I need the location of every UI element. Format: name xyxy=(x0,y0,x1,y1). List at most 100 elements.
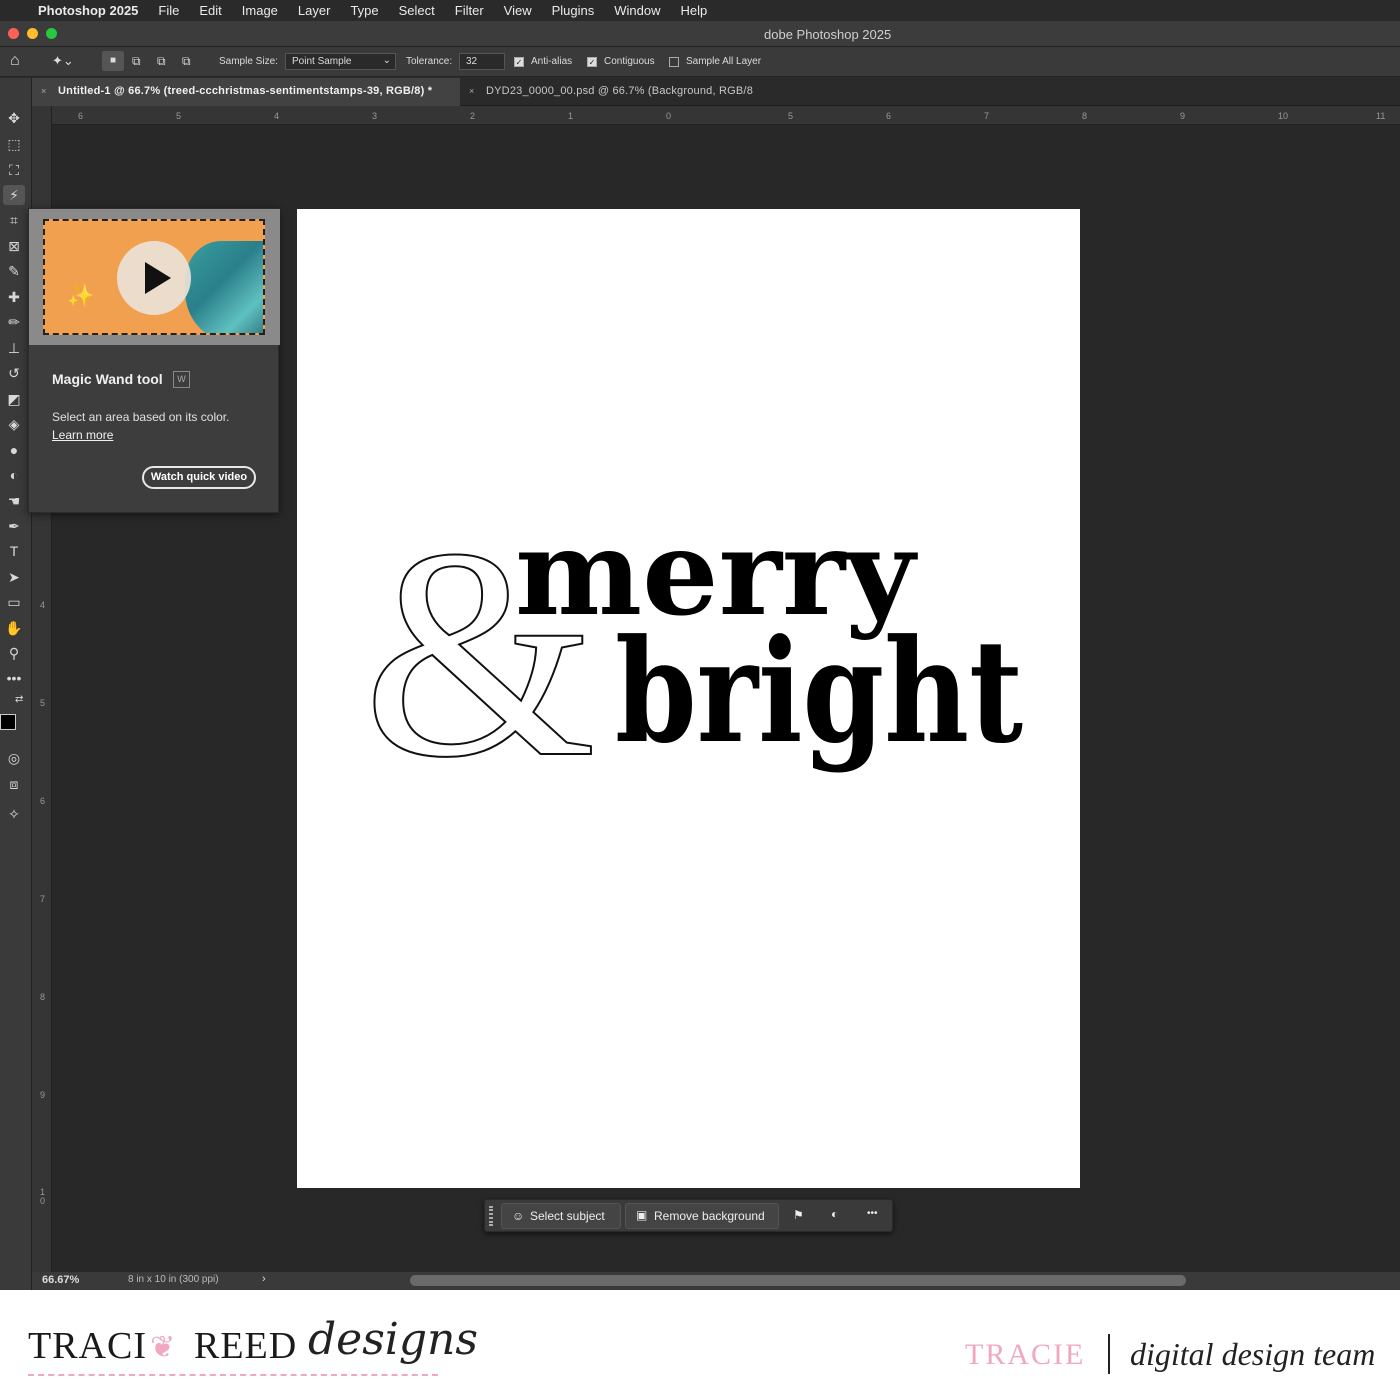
tolerance-input[interactable]: 32 xyxy=(459,53,505,70)
blur-tool-icon[interactable]: ● xyxy=(3,440,25,460)
status-menu-arrow[interactable]: › xyxy=(262,1273,266,1285)
history-brush-tool-icon[interactable]: ↺ xyxy=(3,363,25,383)
magic-wand-preset-icon[interactable]: ✦⌄ xyxy=(52,53,74,69)
rectangle-tool-icon[interactable]: ▭ xyxy=(3,592,25,612)
menu-layer[interactable]: Layer xyxy=(298,3,331,18)
more-options-icon[interactable]: ••• xyxy=(867,1208,878,1219)
ruler-tick: 8 xyxy=(40,992,46,1002)
menu-help[interactable]: Help xyxy=(681,3,708,18)
swap-colors-icon[interactable]: ⇄ xyxy=(15,694,23,705)
zoom-window-button[interactable] xyxy=(46,28,57,39)
close-window-button[interactable] xyxy=(8,28,19,39)
screen-mode-icon[interactable]: ⧈ xyxy=(3,774,25,794)
menu-image[interactable]: Image xyxy=(242,3,278,18)
magic-wand-tool-icon[interactable]: ⚡ xyxy=(3,185,25,205)
more-tools-icon[interactable]: ••• xyxy=(3,668,25,688)
transform-icon[interactable]: ⚑ xyxy=(793,1208,804,1222)
paint-bucket-tool-icon[interactable]: ◈ xyxy=(3,414,25,434)
horizontal-scrollbar[interactable] xyxy=(410,1275,1186,1286)
brand-underline xyxy=(28,1374,438,1376)
menu-view[interactable]: View xyxy=(504,3,532,18)
divider xyxy=(1108,1334,1110,1374)
status-bar: 66.67% 8 in x 10 in (300 ppi) › xyxy=(32,1272,1400,1290)
video-thumbnail-frame: ✨ xyxy=(29,209,280,345)
watch-video-button[interactable]: Watch quick video xyxy=(142,466,256,489)
subtract-selection-icon[interactable]: ⧉ xyxy=(157,54,166,69)
drag-handle-icon[interactable] xyxy=(489,1206,493,1226)
menu-bar: Photoshop 2025 File Edit Image Layer Typ… xyxy=(0,0,1400,21)
video-thumbnail[interactable]: ✨ xyxy=(43,219,265,335)
marquee-tool-icon[interactable]: ⬚ xyxy=(3,134,25,154)
brush-tool-icon[interactable]: ✏ xyxy=(3,312,25,332)
intersect-selection-icon[interactable]: ⧉ xyxy=(182,54,191,69)
menu-edit[interactable]: Edit xyxy=(199,3,221,18)
learn-more-link[interactable]: Learn more xyxy=(52,428,113,442)
tab-dyd23[interactable]: × DYD23_0000_00.psd @ 66.7% (Background,… xyxy=(460,78,810,106)
move-tool-icon[interactable]: ✥ xyxy=(3,108,25,128)
generative-icon[interactable]: ✧ xyxy=(3,804,25,824)
adjust-icon[interactable]: ◐ xyxy=(831,1207,838,1221)
sample-size-label: Sample Size: xyxy=(219,56,278,67)
menu-window[interactable]: Window xyxy=(614,3,660,18)
horizontal-ruler: 6 5 4 3 2 1 0 5 6 7 8 9 10 11 xyxy=(52,106,1400,125)
ruler-tick: 0 xyxy=(666,111,672,121)
close-icon[interactable]: × xyxy=(41,86,46,96)
brand-traci: TRACI xyxy=(28,1325,147,1367)
menu-type[interactable]: Type xyxy=(350,3,378,18)
smudge-tool-icon[interactable]: ☚ xyxy=(3,491,25,511)
sample-size-select[interactable]: Point Sample ⌄ xyxy=(285,53,396,70)
dodge-tool-icon[interactable]: ◐ xyxy=(3,465,25,485)
ruler-tick: 7 xyxy=(984,111,990,121)
select-subject-button[interactable]: ☺ Select subject xyxy=(501,1203,621,1229)
eraser-tool-icon[interactable]: ◩ xyxy=(3,389,25,409)
menu-filter[interactable]: Filter xyxy=(455,3,484,18)
object-selection-tool-icon[interactable]: ⛶ xyxy=(3,160,25,180)
tab-label: DYD23_0000_00.psd @ 66.7% (Background, R… xyxy=(486,85,754,97)
zoom-level[interactable]: 66.67% xyxy=(42,1274,79,1286)
app-menu[interactable]: Photoshop 2025 xyxy=(38,3,138,18)
zoom-tool-icon[interactable]: ⚲ xyxy=(3,643,25,663)
menu-file[interactable]: File xyxy=(158,3,179,18)
menu-select[interactable]: Select xyxy=(399,3,435,18)
new-selection-icon[interactable]: ■ xyxy=(102,51,124,71)
magic-wand-tooltip: ✨ Magic Wand tool W Select an area based… xyxy=(28,208,280,513)
quick-mask-icon[interactable]: ◎ xyxy=(3,748,25,768)
window-title-bar: dobe Photoshop 2025 xyxy=(0,21,1400,47)
contiguous-checkbox[interactable]: ✓ xyxy=(587,57,597,67)
hand-tool-icon[interactable]: ✋ xyxy=(3,618,25,638)
frame-tool-icon[interactable]: ⊠ xyxy=(3,236,25,256)
crop-tool-icon[interactable]: ⌗ xyxy=(3,210,25,230)
document-canvas[interactable]: & merry bright xyxy=(297,209,1080,1188)
image-icon: ▣ xyxy=(636,1208,648,1222)
play-button[interactable] xyxy=(117,241,191,315)
minimize-window-button[interactable] xyxy=(27,28,38,39)
play-icon xyxy=(145,262,171,294)
chevron-down-icon: ⌄ xyxy=(382,55,391,66)
type-tool-icon[interactable]: T xyxy=(3,541,25,561)
ruler-tick: 5 xyxy=(788,111,794,121)
menu-plugins[interactable]: Plugins xyxy=(552,3,595,18)
ruler-tick: 4 xyxy=(40,600,46,610)
ruler-tick: 5 xyxy=(40,698,46,708)
ruler-tick: 9 xyxy=(1180,111,1186,121)
sample-all-checkbox[interactable] xyxy=(669,57,679,67)
path-selection-tool-icon[interactable]: ➤ xyxy=(3,567,25,587)
anti-alias-checkbox[interactable]: ✓ xyxy=(514,57,524,67)
healing-brush-tool-icon[interactable]: ✚ xyxy=(3,287,25,307)
pen-tool-icon[interactable]: ✒ xyxy=(3,516,25,536)
tab-untitled-1[interactable]: × Untitled-1 @ 66.7% (treed-ccchristmas-… xyxy=(32,78,460,106)
brand-designs: designs xyxy=(308,1314,478,1365)
sample-size-value: Point Sample xyxy=(292,56,352,67)
document-tabs: × Untitled-1 @ 66.7% (treed-ccchristmas-… xyxy=(32,78,1400,106)
home-icon[interactable]: ⌂ xyxy=(10,52,20,70)
merry-bright-artwork: & merry bright xyxy=(362,486,1023,820)
remove-background-button[interactable]: ▣ Remove background xyxy=(625,1203,779,1229)
add-selection-icon[interactable]: ⧉ xyxy=(132,54,141,69)
sample-all-label: Sample All Layer xyxy=(686,56,762,67)
clone-stamp-tool-icon[interactable]: ⊥ xyxy=(3,338,25,358)
close-icon[interactable]: × xyxy=(469,86,474,96)
eyedropper-tool-icon[interactable]: ✎ xyxy=(3,261,25,281)
tooltip-title: Magic Wand tool xyxy=(52,371,163,387)
brand-reed: REED xyxy=(194,1325,298,1367)
foreground-color-swatch[interactable] xyxy=(0,714,16,730)
